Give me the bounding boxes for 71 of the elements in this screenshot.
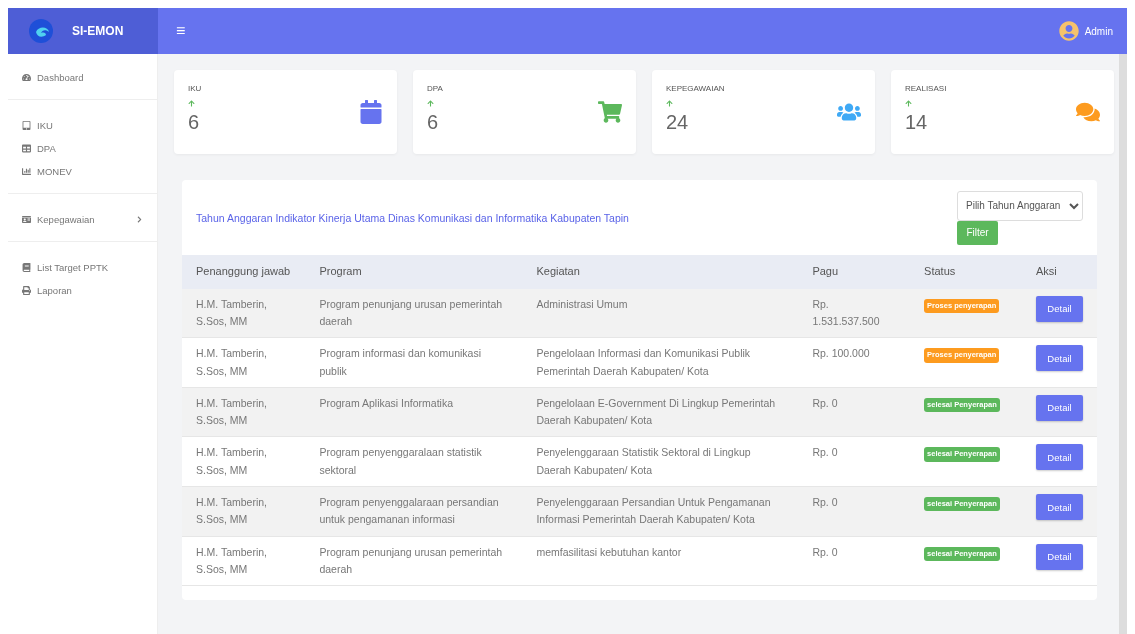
avatar-icon[interactable] [1058, 21, 1079, 41]
stat-value: 24 [666, 111, 690, 134]
arrow-up-icon [905, 100, 912, 107]
stat-label: KEPEGAWAIAN [666, 84, 725, 93]
table-cell: Program penunjang urusan pemerintah daerah [305, 288, 523, 338]
table-cell: Rp. 100.000 [798, 337, 911, 388]
table-cell: Program penyenggaralaan statistik sektoral [305, 436, 523, 487]
column-header: Aksi [1022, 255, 1097, 289]
table-cell: Pengelolaan E-Government Di Lingkup Pemerintah Daerah Kabupaten/ Kota [522, 387, 799, 437]
arrow-up-icon [666, 100, 673, 107]
table-cell: H.M. Tamberin, S.Sos, MM [182, 337, 306, 388]
column-header: Program [305, 255, 523, 289]
arrow-up-icon [427, 100, 434, 107]
table-icon [22, 144, 31, 153]
brand-name: SI-EMON [72, 24, 124, 38]
table-cell: Program informasi dan komunikasi publik [305, 337, 523, 388]
detail-button[interactable]: Detail [1036, 444, 1083, 471]
stat-value: 6 [427, 111, 440, 134]
sidebar-item[interactable]: IKU [8, 114, 157, 137]
column-header: Penanggung jawab [182, 255, 306, 289]
table-cell: Program penyenggalaraan persandian untuk pengamanan informasi [305, 486, 523, 537]
table-cell: Program penunjang urusan pemerintah daerah [305, 536, 523, 586]
year-select[interactable]: Pilih Tahun Anggaran [957, 190, 1083, 221]
table-cell: memfasilitasi kebutuhan kantor [522, 536, 799, 586]
panel-title: Tahun Anggaran Indikator Kinerja Utama Dinas Komunikasi dan Informatika Kabupaten Tapin [196, 211, 629, 224]
stat-label: DPA [427, 84, 443, 93]
filter-button[interactable]: Filter [957, 220, 998, 245]
sidebar-item[interactable]: Laporan [8, 279, 157, 302]
column-header: Status [910, 255, 1022, 289]
stat-label: REALISASI [905, 84, 947, 93]
chart-icon [22, 167, 31, 176]
printer-icon [22, 286, 31, 295]
table-cell: Administrasi Umum [522, 288, 799, 338]
table-cell: Rp. 1.531.537.500 [798, 288, 911, 338]
sidebar-item[interactable]: MONEV [8, 160, 157, 183]
gauge-icon [22, 73, 31, 82]
sidebar-item[interactable]: Dashboard [8, 66, 157, 89]
detail-button[interactable]: Detail [1036, 394, 1083, 421]
table-cell: Rp. 0 [798, 536, 911, 586]
detail-button[interactable]: Detail [1036, 494, 1083, 521]
sidebar-item[interactable]: Kepegawaian [8, 208, 157, 231]
sidebar-item[interactable]: DPA [8, 137, 157, 160]
stat-value: 6 [188, 111, 201, 134]
book-icon [22, 263, 31, 272]
stat-label: IKU [188, 84, 202, 93]
menu-button[interactable]: ≡ [176, 22, 186, 40]
table-cell: Pengelolaan Informasi dan Komunikasi Publik Pemerintah Daerah Kabupaten/ Kota [522, 337, 799, 388]
column-header: Kegiatan [522, 255, 799, 289]
table-cell: Penyelenggaraan Persandian Untuk Pengamanan Informasi Pemerintah Daerah Kabupaten/ Kota [522, 486, 799, 537]
column-header: Pagu [798, 255, 911, 289]
sidebar-item[interactable]: List Target PPTK [8, 256, 157, 279]
table-cell: Program Aplikasi Informatika [305, 387, 523, 437]
table-cell: H.M. Tamberin, S.Sos, MM [182, 536, 306, 586]
table-cell: Rp. 0 [798, 387, 911, 437]
user-name[interactable]: Admin [1084, 25, 1113, 37]
tablet-icon [22, 121, 31, 130]
table-cell: H.M. Tamberin, S.Sos, MM [182, 486, 306, 537]
detail-button[interactable]: Detail [1036, 345, 1083, 372]
table-cell: Rp. 0 [798, 486, 911, 537]
chevron-icon [136, 216, 143, 223]
table-cell: H.M. Tamberin, S.Sos, MM [182, 436, 306, 487]
table-cell: Penyelenggaraan Statistik Sektoral di Lingkup Daerah Kabupaten/ Kota [522, 436, 799, 487]
table-cell: H.M. Tamberin, S.Sos, MM [182, 288, 306, 338]
table-cell: Rp. 0 [798, 436, 911, 487]
table-cell: H.M. Tamberin, S.Sos, MM [182, 387, 306, 437]
card-icon [22, 215, 31, 224]
detail-button[interactable]: Detail [1036, 295, 1083, 322]
stat-value: 14 [905, 111, 929, 134]
logo-icon [28, 18, 54, 44]
detail-button[interactable]: Detail [1036, 543, 1083, 570]
arrow-up-icon [188, 100, 195, 107]
